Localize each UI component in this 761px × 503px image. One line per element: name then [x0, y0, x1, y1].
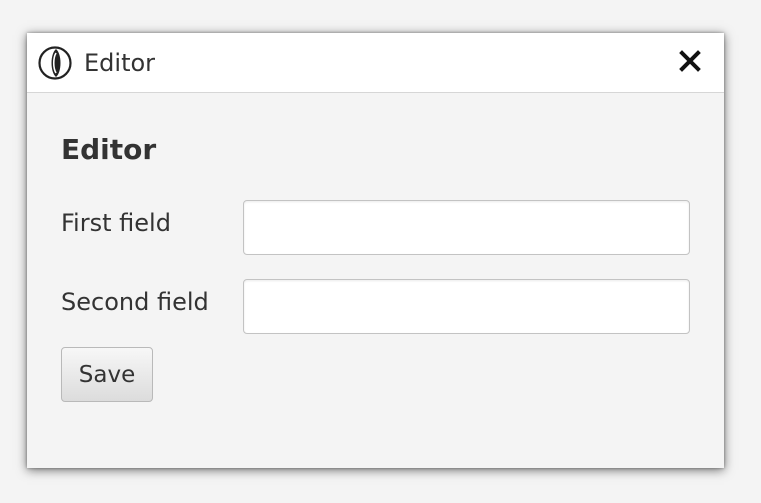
app-logo-icon	[37, 45, 73, 81]
save-button[interactable]: Save	[61, 347, 153, 402]
title-bar[interactable]: Editor	[27, 33, 724, 93]
second-field-input[interactable]	[243, 279, 690, 334]
editor-window: Editor Editor First field Second field S…	[27, 33, 724, 468]
close-button[interactable]	[672, 45, 708, 81]
first-field-input[interactable]	[243, 200, 690, 255]
form-heading: Editor	[61, 133, 157, 166]
form-panel: Editor First field Second field Save	[27, 93, 724, 468]
close-icon	[678, 49, 702, 77]
window-title: Editor	[84, 49, 156, 77]
second-field-label: Second field	[61, 288, 209, 316]
first-field-label: First field	[61, 209, 171, 237]
